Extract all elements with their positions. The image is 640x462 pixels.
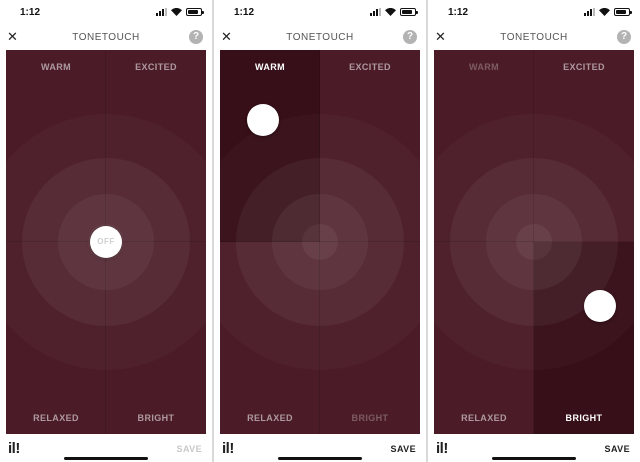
pad-divider-vertical [319,50,320,434]
tone-knob[interactable] [247,104,279,136]
label-relaxed: RELAXED [247,413,293,423]
help-icon[interactable]: ? [403,30,417,44]
nav-bar: ✕ TONETOUCH ? [214,26,426,50]
home-indicator [64,457,148,460]
tone-pad[interactable]: WARM EXCITED RELAXED BRIGHT OFF [6,50,206,434]
page-title: TONETOUCH [500,32,568,43]
tone-knob[interactable] [584,290,616,322]
tone-pad[interactable]: WARM EXCITED RELAXED BRIGHT [434,50,634,434]
cellular-signal-icon [584,8,595,16]
label-bright: BRIGHT [351,413,389,423]
footer-bar: il! SAVE [428,434,640,462]
wifi-icon [171,8,182,16]
help-icon[interactable]: ? [617,30,631,44]
page-title: TONETOUCH [72,32,140,43]
label-bright: BRIGHT [137,413,175,423]
tone-knob[interactable]: OFF [90,226,122,258]
save-button[interactable]: SAVE [605,444,630,454]
status-bar: 1:12 [428,0,640,26]
footer-bar: il! SAVE [214,434,426,462]
status-icons [370,8,418,16]
label-warm: WARM [40,62,72,72]
screen-off: 1:12 ✕ TONETOUCH ? WARM EXCITED RELAXED … [0,0,212,462]
wifi-icon [385,8,396,16]
label-warm: WARM [254,62,286,72]
battery-icon [614,8,632,16]
screen-warm: 1:12 ✕ TONETOUCH ? WARM EXCITED RELAXED … [214,0,426,462]
tone-pad[interactable]: WARM EXCITED RELAXED BRIGHT [220,50,420,434]
home-indicator [492,457,576,460]
footer-bar: il! SAVE [0,434,212,462]
home-indicator [278,457,362,460]
label-bright: BRIGHT [565,413,603,423]
label-excited: EXCITED [135,62,177,72]
status-icons [156,8,204,16]
pad-ring-inner [516,224,552,260]
pad-ring-inner [302,224,338,260]
wifi-icon [599,8,610,16]
label-excited: EXCITED [563,62,605,72]
nav-bar: ✕ TONETOUCH ? [0,26,212,50]
status-time: 1:12 [448,7,469,18]
status-time: 1:12 [234,7,255,18]
screen-bright: 1:12 ✕ TONETOUCH ? WARM EXCITED RELAXED … [428,0,640,462]
label-relaxed: RELAXED [33,413,79,423]
status-bar: 1:12 [0,0,212,26]
knob-off-label: OFF [97,237,115,246]
save-button[interactable]: SAVE [391,444,416,454]
cellular-signal-icon [370,8,381,16]
label-excited: EXCITED [349,62,391,72]
app-logo: il! [222,440,234,457]
nav-bar: ✕ TONETOUCH ? [428,26,640,50]
status-time: 1:12 [20,7,41,18]
battery-icon [186,8,204,16]
pad-divider-horizontal [220,241,420,242]
pad-divider-vertical [533,50,534,434]
app-logo: il! [436,440,448,457]
label-relaxed: RELAXED [461,413,507,423]
status-icons [584,8,632,16]
pad-divider-horizontal [434,241,634,242]
help-icon[interactable]: ? [189,30,203,44]
app-logo: il! [8,440,20,457]
status-bar: 1:12 [214,0,426,26]
save-button[interactable]: SAVE [177,444,202,454]
label-warm: WARM [468,62,500,72]
page-title: TONETOUCH [286,32,354,43]
battery-icon [400,8,418,16]
cellular-signal-icon [156,8,167,16]
